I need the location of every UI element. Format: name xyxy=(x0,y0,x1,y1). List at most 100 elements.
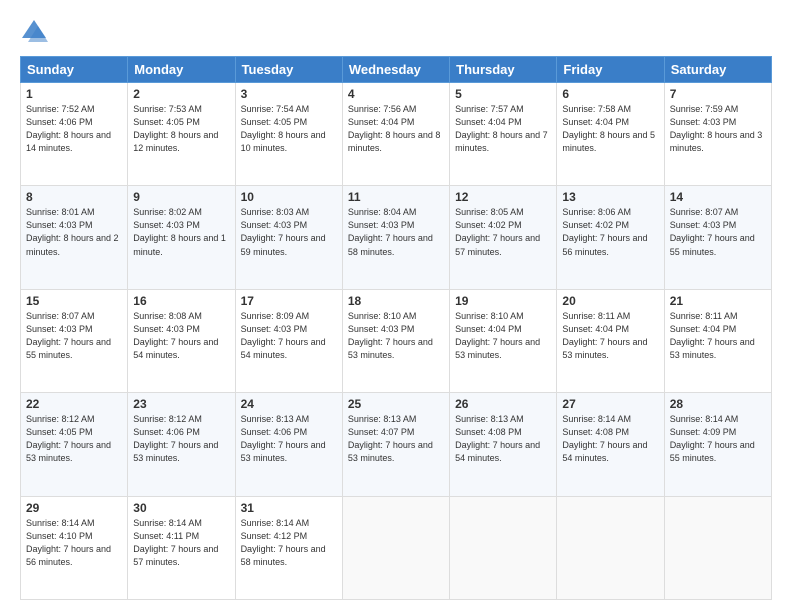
day-detail: Sunrise: 7:53 AM Sunset: 4:05 PM Dayligh… xyxy=(133,103,229,155)
day-number: 21 xyxy=(670,294,766,308)
calendar-cell: 19 Sunrise: 8:10 AM Sunset: 4:04 PM Dayl… xyxy=(450,289,557,392)
day-number: 11 xyxy=(348,190,444,204)
calendar-cell: 12 Sunrise: 8:05 AM Sunset: 4:02 PM Dayl… xyxy=(450,186,557,289)
calendar-cell: 11 Sunrise: 8:04 AM Sunset: 4:03 PM Dayl… xyxy=(342,186,449,289)
day-detail: Sunrise: 7:52 AM Sunset: 4:06 PM Dayligh… xyxy=(26,103,122,155)
day-detail: Sunrise: 7:57 AM Sunset: 4:04 PM Dayligh… xyxy=(455,103,551,155)
day-number: 24 xyxy=(241,397,337,411)
calendar-cell: 23 Sunrise: 8:12 AM Sunset: 4:06 PM Dayl… xyxy=(128,393,235,496)
calendar-cell: 29 Sunrise: 8:14 AM Sunset: 4:10 PM Dayl… xyxy=(21,496,128,599)
calendar-cell: 16 Sunrise: 8:08 AM Sunset: 4:03 PM Dayl… xyxy=(128,289,235,392)
calendar-cell xyxy=(342,496,449,599)
day-detail: Sunrise: 8:14 AM Sunset: 4:12 PM Dayligh… xyxy=(241,517,337,569)
day-detail: Sunrise: 8:06 AM Sunset: 4:02 PM Dayligh… xyxy=(562,206,658,258)
calendar-cell: 1 Sunrise: 7:52 AM Sunset: 4:06 PM Dayli… xyxy=(21,83,128,186)
weekday-header-saturday: Saturday xyxy=(664,57,771,83)
day-number: 15 xyxy=(26,294,122,308)
day-number: 5 xyxy=(455,87,551,101)
day-number: 1 xyxy=(26,87,122,101)
day-number: 14 xyxy=(670,190,766,204)
calendar-table: SundayMondayTuesdayWednesdayThursdayFrid… xyxy=(20,56,772,600)
calendar-cell: 7 Sunrise: 7:59 AM Sunset: 4:03 PM Dayli… xyxy=(664,83,771,186)
calendar-week-3: 15 Sunrise: 8:07 AM Sunset: 4:03 PM Dayl… xyxy=(21,289,772,392)
day-number: 7 xyxy=(670,87,766,101)
day-detail: Sunrise: 8:14 AM Sunset: 4:09 PM Dayligh… xyxy=(670,413,766,465)
calendar-cell: 22 Sunrise: 8:12 AM Sunset: 4:05 PM Dayl… xyxy=(21,393,128,496)
day-detail: Sunrise: 8:14 AM Sunset: 4:08 PM Dayligh… xyxy=(562,413,658,465)
day-number: 26 xyxy=(455,397,551,411)
weekday-header-sunday: Sunday xyxy=(21,57,128,83)
day-detail: Sunrise: 8:12 AM Sunset: 4:06 PM Dayligh… xyxy=(133,413,229,465)
day-detail: Sunrise: 8:07 AM Sunset: 4:03 PM Dayligh… xyxy=(670,206,766,258)
calendar-cell: 25 Sunrise: 8:13 AM Sunset: 4:07 PM Dayl… xyxy=(342,393,449,496)
day-detail: Sunrise: 8:04 AM Sunset: 4:03 PM Dayligh… xyxy=(348,206,444,258)
day-number: 6 xyxy=(562,87,658,101)
day-detail: Sunrise: 8:13 AM Sunset: 4:07 PM Dayligh… xyxy=(348,413,444,465)
calendar-cell xyxy=(557,496,664,599)
day-number: 29 xyxy=(26,501,122,515)
day-number: 23 xyxy=(133,397,229,411)
calendar-cell: 2 Sunrise: 7:53 AM Sunset: 4:05 PM Dayli… xyxy=(128,83,235,186)
weekday-header-tuesday: Tuesday xyxy=(235,57,342,83)
day-number: 18 xyxy=(348,294,444,308)
day-detail: Sunrise: 8:14 AM Sunset: 4:11 PM Dayligh… xyxy=(133,517,229,569)
day-detail: Sunrise: 7:59 AM Sunset: 4:03 PM Dayligh… xyxy=(670,103,766,155)
day-number: 30 xyxy=(133,501,229,515)
day-detail: Sunrise: 8:12 AM Sunset: 4:05 PM Dayligh… xyxy=(26,413,122,465)
weekday-header-wednesday: Wednesday xyxy=(342,57,449,83)
calendar-cell: 27 Sunrise: 8:14 AM Sunset: 4:08 PM Dayl… xyxy=(557,393,664,496)
day-number: 10 xyxy=(241,190,337,204)
calendar-cell: 4 Sunrise: 7:56 AM Sunset: 4:04 PM Dayli… xyxy=(342,83,449,186)
day-number: 16 xyxy=(133,294,229,308)
day-detail: Sunrise: 8:08 AM Sunset: 4:03 PM Dayligh… xyxy=(133,310,229,362)
day-detail: Sunrise: 8:03 AM Sunset: 4:03 PM Dayligh… xyxy=(241,206,337,258)
day-detail: Sunrise: 7:56 AM Sunset: 4:04 PM Dayligh… xyxy=(348,103,444,155)
day-number: 27 xyxy=(562,397,658,411)
day-detail: Sunrise: 8:11 AM Sunset: 4:04 PM Dayligh… xyxy=(562,310,658,362)
day-number: 12 xyxy=(455,190,551,204)
calendar-cell: 20 Sunrise: 8:11 AM Sunset: 4:04 PM Dayl… xyxy=(557,289,664,392)
day-detail: Sunrise: 8:02 AM Sunset: 4:03 PM Dayligh… xyxy=(133,206,229,258)
day-number: 8 xyxy=(26,190,122,204)
calendar-week-4: 22 Sunrise: 8:12 AM Sunset: 4:05 PM Dayl… xyxy=(21,393,772,496)
calendar-cell: 17 Sunrise: 8:09 AM Sunset: 4:03 PM Dayl… xyxy=(235,289,342,392)
day-detail: Sunrise: 8:09 AM Sunset: 4:03 PM Dayligh… xyxy=(241,310,337,362)
calendar-cell: 26 Sunrise: 8:13 AM Sunset: 4:08 PM Dayl… xyxy=(450,393,557,496)
calendar-cell: 3 Sunrise: 7:54 AM Sunset: 4:05 PM Dayli… xyxy=(235,83,342,186)
calendar-cell: 24 Sunrise: 8:13 AM Sunset: 4:06 PM Dayl… xyxy=(235,393,342,496)
weekday-header-friday: Friday xyxy=(557,57,664,83)
day-detail: Sunrise: 8:13 AM Sunset: 4:06 PM Dayligh… xyxy=(241,413,337,465)
day-detail: Sunrise: 8:14 AM Sunset: 4:10 PM Dayligh… xyxy=(26,517,122,569)
day-detail: Sunrise: 8:01 AM Sunset: 4:03 PM Dayligh… xyxy=(26,206,122,258)
day-number: 20 xyxy=(562,294,658,308)
logo-icon xyxy=(20,18,48,46)
day-number: 25 xyxy=(348,397,444,411)
calendar-cell: 13 Sunrise: 8:06 AM Sunset: 4:02 PM Dayl… xyxy=(557,186,664,289)
day-detail: Sunrise: 7:58 AM Sunset: 4:04 PM Dayligh… xyxy=(562,103,658,155)
calendar-cell: 5 Sunrise: 7:57 AM Sunset: 4:04 PM Dayli… xyxy=(450,83,557,186)
day-number: 3 xyxy=(241,87,337,101)
weekday-header-thursday: Thursday xyxy=(450,57,557,83)
calendar-week-5: 29 Sunrise: 8:14 AM Sunset: 4:10 PM Dayl… xyxy=(21,496,772,599)
day-number: 22 xyxy=(26,397,122,411)
day-detail: Sunrise: 8:05 AM Sunset: 4:02 PM Dayligh… xyxy=(455,206,551,258)
calendar-cell: 28 Sunrise: 8:14 AM Sunset: 4:09 PM Dayl… xyxy=(664,393,771,496)
calendar-cell: 18 Sunrise: 8:10 AM Sunset: 4:03 PM Dayl… xyxy=(342,289,449,392)
day-number: 19 xyxy=(455,294,551,308)
day-number: 2 xyxy=(133,87,229,101)
header xyxy=(20,18,772,46)
calendar-cell: 9 Sunrise: 8:02 AM Sunset: 4:03 PM Dayli… xyxy=(128,186,235,289)
day-number: 9 xyxy=(133,190,229,204)
calendar-week-1: 1 Sunrise: 7:52 AM Sunset: 4:06 PM Dayli… xyxy=(21,83,772,186)
calendar-cell: 30 Sunrise: 8:14 AM Sunset: 4:11 PM Dayl… xyxy=(128,496,235,599)
day-detail: Sunrise: 8:10 AM Sunset: 4:04 PM Dayligh… xyxy=(455,310,551,362)
calendar-cell: 14 Sunrise: 8:07 AM Sunset: 4:03 PM Dayl… xyxy=(664,186,771,289)
calendar-cell: 31 Sunrise: 8:14 AM Sunset: 4:12 PM Dayl… xyxy=(235,496,342,599)
day-number: 31 xyxy=(241,501,337,515)
day-number: 4 xyxy=(348,87,444,101)
calendar-cell: 21 Sunrise: 8:11 AM Sunset: 4:04 PM Dayl… xyxy=(664,289,771,392)
day-detail: Sunrise: 7:54 AM Sunset: 4:05 PM Dayligh… xyxy=(241,103,337,155)
day-detail: Sunrise: 8:10 AM Sunset: 4:03 PM Dayligh… xyxy=(348,310,444,362)
calendar-week-2: 8 Sunrise: 8:01 AM Sunset: 4:03 PM Dayli… xyxy=(21,186,772,289)
page: SundayMondayTuesdayWednesdayThursdayFrid… xyxy=(0,0,792,612)
